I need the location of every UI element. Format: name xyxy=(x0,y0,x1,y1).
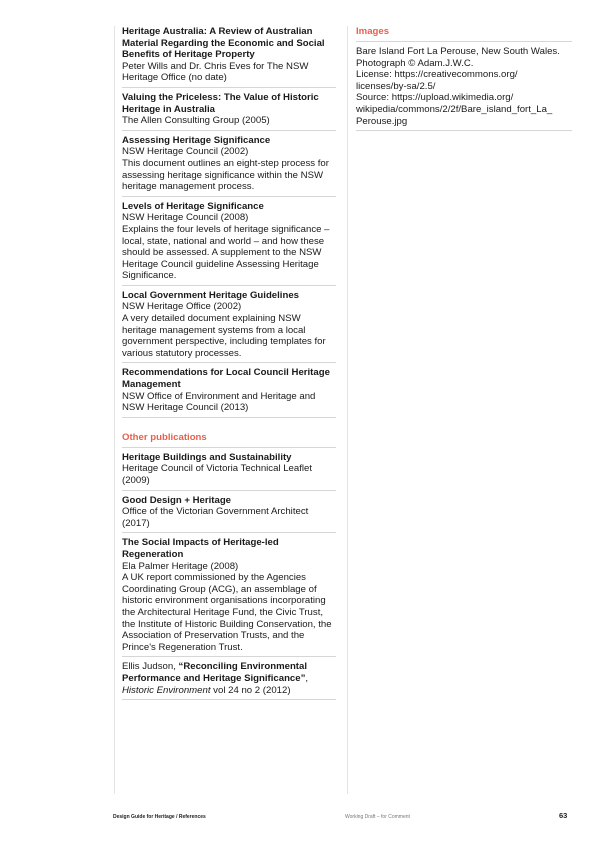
footer-document-title: Design Guide for Heritage / References xyxy=(113,814,206,820)
reference-description: A UK report commissioned by the Agencies… xyxy=(122,572,332,653)
image-credit-line: licenses/by-sa/2.5/ xyxy=(356,80,436,92)
reference-journal: Historic Environment xyxy=(122,684,211,696)
reference-entry: Local Government Heritage Guidelines NSW… xyxy=(122,290,336,364)
reference-entry: Heritage Buildings and Sustainability He… xyxy=(122,452,336,491)
reference-source: The Allen Consulting Group (2005) xyxy=(122,115,270,127)
footer-draft-status: Working Draft – for Comment xyxy=(345,814,410,820)
reference-entry: Recommendations for Local Council Herita… xyxy=(122,367,336,418)
image-credit-line: Photograph © Adam.J.W.C. xyxy=(356,57,474,69)
reference-title: Valuing the Priceless: The Value of Hist… xyxy=(122,91,319,115)
image-credit: Bare Island Fort La Perouse, New South W… xyxy=(356,46,572,132)
reference-title: Levels of Heritage Significance xyxy=(122,200,264,212)
reference-title: Recommendations for Local Council Herita… xyxy=(122,367,330,391)
other-publications-heading: Other publications xyxy=(122,432,336,448)
image-credit-line: Bare Island Fort La Perouse, New South W… xyxy=(356,46,560,57)
reference-title: Assessing Heritage Significance xyxy=(122,134,271,146)
images-column: Images Bare Island Fort La Perouse, New … xyxy=(356,26,572,132)
left-column-rule xyxy=(114,26,115,794)
reference-title: Heritage Buildings and Sustainability xyxy=(122,451,292,463)
reference-source: NSW Heritage Council (2002) xyxy=(122,146,249,158)
reference-source: Heritage Council of Victoria Technical L… xyxy=(122,463,313,486)
reference-description: A very detailed document explaining NSW … xyxy=(122,313,326,359)
reference-source: Office of the Victorian Government Archi… xyxy=(122,506,309,529)
right-column-rule xyxy=(347,26,348,794)
image-credit-line: wikipedia/commons/2/2f/Bare_island_fort_… xyxy=(356,103,553,115)
reference-description: Explains the four levels of heritage sig… xyxy=(122,223,330,282)
reference-title: Good Design + Heritage xyxy=(122,494,232,506)
reference-source: NSW Office of Environment and Heritage a… xyxy=(122,390,316,414)
reference-punctuation: , xyxy=(305,672,309,684)
reference-author: Ellis Judson, xyxy=(122,661,179,673)
reference-entry: The Social Impacts of Heritage-led Regen… xyxy=(122,537,336,658)
images-heading: Images xyxy=(356,26,572,42)
reference-title: Heritage Australia: A Review of Australi… xyxy=(122,26,325,61)
reference-entry: Valuing the Priceless: The Value of Hist… xyxy=(122,92,336,131)
reference-description: This document outlines an eight-step pro… xyxy=(122,157,329,193)
reference-source: Peter Wills and Dr. Chris Eves for The N… xyxy=(122,60,309,84)
reference-entry-judson: Ellis Judson, “Reconciling Environmental… xyxy=(122,661,336,701)
reference-title: Local Government Heritage Guidelines xyxy=(122,289,299,301)
reference-title: The Social Impacts of Heritage-led Regen… xyxy=(122,537,279,560)
reference-source: NSW Heritage Office (2002) xyxy=(122,301,242,313)
reference-entry: Good Design + Heritage Office of the Vic… xyxy=(122,495,336,534)
image-credit-line: Source: https://upload.wikimedia.org/ xyxy=(356,92,514,104)
reference-entry: Assessing Heritage Significance NSW Heri… xyxy=(122,135,336,197)
references-column: Heritage Australia: A Review of Australi… xyxy=(122,26,336,704)
reference-entry: Levels of Heritage Significance NSW Heri… xyxy=(122,201,336,286)
reference-details: vol 24 no 2 (2012) xyxy=(210,684,291,696)
image-credit-line: License: https://creativecommons.org/ xyxy=(356,69,518,81)
reference-source: NSW Heritage Council (2008) xyxy=(122,212,249,224)
reference-source: Ela Palmer Heritage (2008) xyxy=(122,560,239,572)
reference-entry: Heritage Australia: A Review of Australi… xyxy=(122,26,336,88)
page-number: 63 xyxy=(559,811,568,820)
image-credit-line: Perouse.jpg xyxy=(356,115,408,127)
